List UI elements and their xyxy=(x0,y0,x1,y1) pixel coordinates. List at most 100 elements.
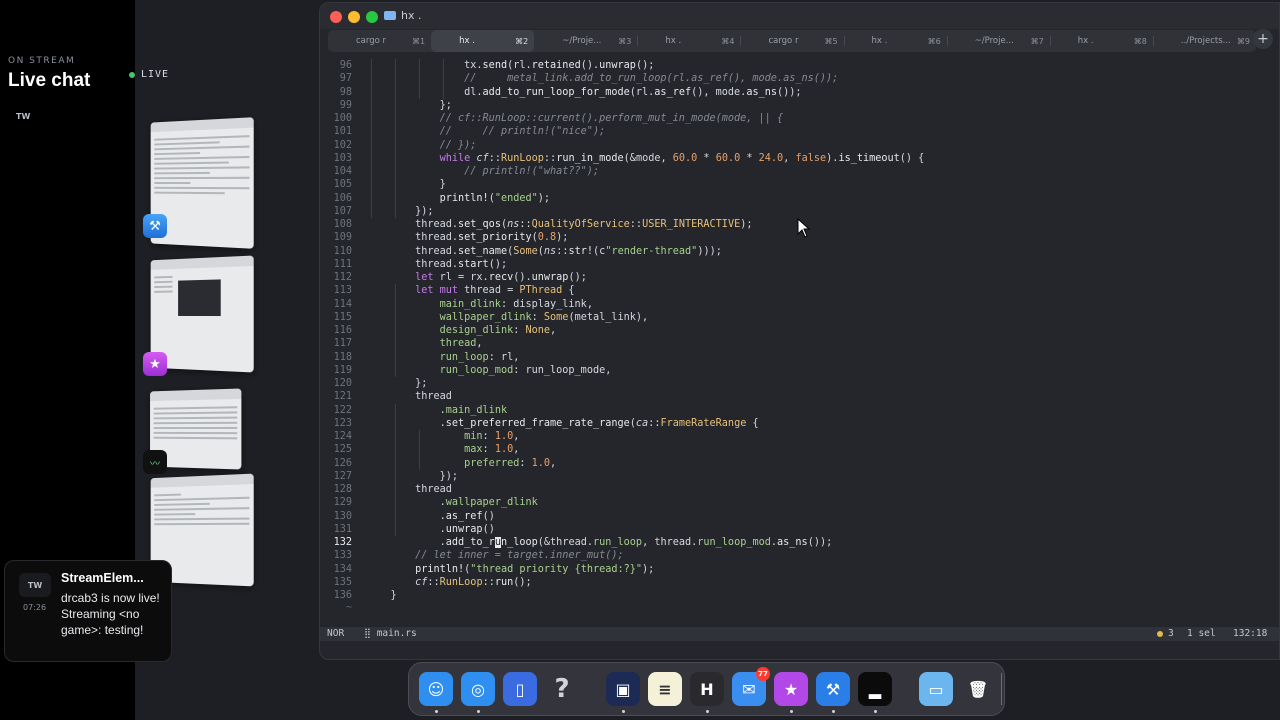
twitch-icon: TW xyxy=(19,573,51,597)
code-text: while cf::RunLoop::run_in_mode(&mode, 60… xyxy=(439,152,925,164)
editor-mode: NOR xyxy=(327,628,345,639)
code-line: 129 .wallpaper_dlink xyxy=(320,496,1279,509)
helix-icon[interactable]: H xyxy=(690,672,724,706)
code-line: 102 // }); xyxy=(320,139,1279,152)
code-text: // println!("what??"); xyxy=(464,166,600,177)
stream-notification[interactable]: TW 07:26 StreamElem... drcab3 is now liv… xyxy=(4,560,172,662)
code-line: 112 let rl = rx.recv().unwrap(); xyxy=(320,271,1279,284)
code-text: println!("ended"); xyxy=(439,192,551,204)
code-line: 123 .set_preferred_frame_rate_range(ca::… xyxy=(320,417,1279,430)
minimize-button[interactable] xyxy=(348,11,360,23)
tab-separator xyxy=(843,36,845,46)
folder-icon xyxy=(384,11,396,20)
code-line: 101 // // println!("nice"); xyxy=(320,125,1279,138)
tab-8[interactable]: hx . ⌘8 xyxy=(1050,30,1153,52)
file-icon: ⣿ xyxy=(364,628,371,639)
xcode-beta-icon[interactable]: ⚒ xyxy=(816,672,850,706)
tab-2[interactable]: hx . ⌘2 xyxy=(431,30,535,52)
new-tab-button[interactable]: + xyxy=(1253,29,1273,49)
line-number: 102 xyxy=(333,139,352,151)
code-editor[interactable]: 96 tx.send(rl.retained().unwrap(); 97 // … xyxy=(320,59,1279,627)
tab-bar: cargo r ⌘1 hx . ⌘2 ~/Proje... ⌘3 hx . ⌘4 cargo r… xyxy=(328,30,1256,52)
tab-shortcut: ⌘4 xyxy=(721,36,735,46)
running-indicator xyxy=(706,710,709,713)
activity-monitor-icon: 〰 xyxy=(143,450,167,474)
code-text: }); xyxy=(439,470,459,482)
code-text: // }); xyxy=(439,139,477,151)
code-line: 106 println!("ended"); xyxy=(320,192,1279,205)
tab-9[interactable]: ../Projects... ⌘9 xyxy=(1153,30,1256,52)
line-number: 135 xyxy=(333,576,352,588)
mail-icon[interactable]: ✉ 77 xyxy=(732,667,770,706)
code-line: 136 } xyxy=(320,589,1279,602)
running-indicator xyxy=(435,710,438,713)
tab-7[interactable]: ~/Proje... ⌘7 xyxy=(947,30,1050,52)
code-line: 96 tx.send(rl.retained().unwrap(); xyxy=(320,59,1279,72)
tab-shortcut: ⌘7 xyxy=(1030,36,1044,46)
tab-5[interactable]: cargo r ⌘5 xyxy=(740,30,843,52)
line-number: 126 xyxy=(333,457,352,469)
help-icon[interactable]: ? xyxy=(545,672,579,706)
tab-4[interactable]: hx . ⌘4 xyxy=(637,30,740,52)
line-number: 121 xyxy=(333,391,352,403)
line-number: 124 xyxy=(333,431,352,442)
code-text: cf::RunLoop::run(); xyxy=(415,576,532,588)
notes-app-icon[interactable]: ▯ xyxy=(503,672,537,706)
tab-6[interactable]: hx . ⌘6 xyxy=(844,30,947,52)
line-number: 107 xyxy=(333,205,352,217)
code-line: 132 .add_to_run_loop(&thread.run_loop, t… xyxy=(320,536,1279,549)
tab-label: ~/Proje... xyxy=(562,36,602,46)
safari-icon[interactable]: ◎ xyxy=(461,672,495,706)
line-number: 120 xyxy=(333,378,352,389)
code-text: let rl = rx.recv().unwrap(); xyxy=(415,272,587,283)
line-number: 111 xyxy=(333,258,352,270)
star-app-icon[interactable]: ★ xyxy=(774,672,808,706)
line-number: 119 xyxy=(333,364,352,376)
tab-shortcut: ⌘1 xyxy=(412,36,426,46)
tab-label: hx . xyxy=(459,36,475,46)
trash-icon[interactable]: 🗑 xyxy=(961,672,995,706)
line-number: 112 xyxy=(333,272,352,283)
tab-1[interactable]: cargo r ⌘1 xyxy=(328,30,431,52)
notes-icon[interactable]: ≡ xyxy=(648,672,682,706)
running-indicator xyxy=(622,710,625,713)
activity-monitor-icon[interactable]: ▂ xyxy=(858,672,892,706)
code-line: 120 }; xyxy=(320,377,1279,390)
code-line: 125 max: 1.0, xyxy=(320,443,1279,456)
code-line: 99 }; xyxy=(320,99,1279,112)
running-indicator xyxy=(874,710,877,713)
close-button[interactable] xyxy=(330,11,342,23)
line-number: 122 xyxy=(333,404,352,416)
live-chat-title: Live chat xyxy=(8,70,91,91)
finder-icon[interactable]: ☺ xyxy=(419,672,453,706)
folder-icon[interactable]: ▭ xyxy=(919,672,953,706)
line-number: 98 xyxy=(339,86,352,98)
notification-title: StreamElem... xyxy=(61,571,144,585)
line-number: 96 xyxy=(339,60,352,71)
line-number: 105 xyxy=(333,179,352,191)
code-text: }); xyxy=(415,205,434,217)
notification-body: drcab3 is now live! Streaming <no game>:… xyxy=(61,591,160,637)
code-line: 135 cf::RunLoop::run(); xyxy=(320,576,1279,589)
code-text: tx.send(rl.retained().unwrap(); xyxy=(464,60,655,71)
status-bar: NOR ⣿ main.rs 3 1 sel 132:18 xyxy=(320,627,1279,641)
end-of-buffer-marker: ~ xyxy=(346,602,353,614)
line-number: 97 xyxy=(339,73,352,85)
line-number: 114 xyxy=(333,298,352,310)
code-text: thread.set_priority(0.8); xyxy=(415,232,569,244)
code-text: thread.set_name(Some(ns::str!(c"render-t… xyxy=(415,245,722,257)
code-line: 105 } xyxy=(320,178,1279,191)
tab-3[interactable]: ~/Proje... ⌘3 xyxy=(534,30,637,52)
code-text: }; xyxy=(439,99,452,111)
code-text: run_loop_mod: run_loop_mode, xyxy=(439,364,612,376)
star-app-icon: ★ xyxy=(143,352,167,376)
code-line: 133 // let inner = target.inner_mut(); xyxy=(320,549,1279,562)
code-line: 131 .unwrap() xyxy=(320,523,1279,536)
diagnostics[interactable]: 3 xyxy=(1157,628,1174,639)
zoom-button[interactable] xyxy=(366,11,378,23)
code-line: 130 .as_ref() xyxy=(320,510,1279,523)
code-text: run_loop: rl, xyxy=(439,351,520,363)
code-text: } xyxy=(439,179,446,191)
terminal-icon[interactable]: ▣ xyxy=(606,672,640,706)
line-number: 113 xyxy=(333,285,352,297)
